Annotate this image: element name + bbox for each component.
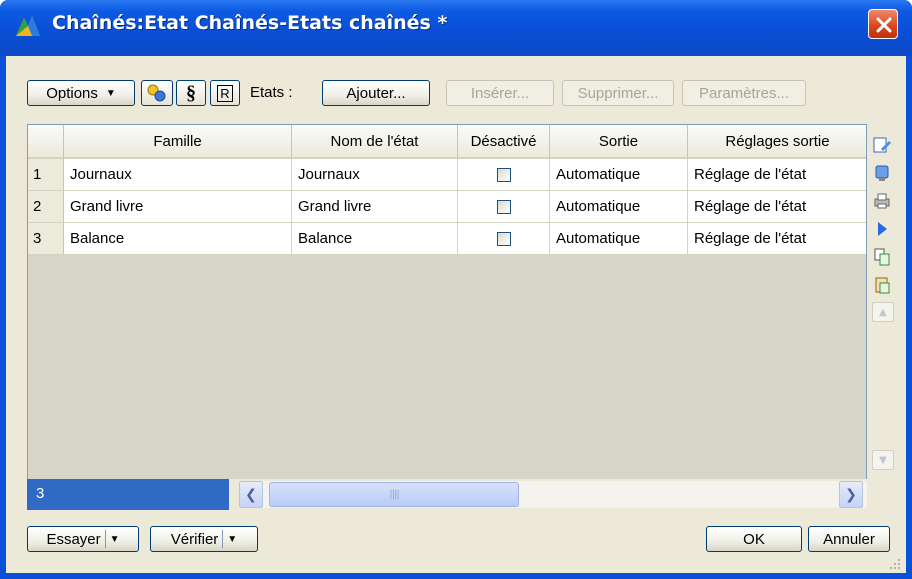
- desactive-checkbox[interactable]: [496, 199, 511, 214]
- cell-nom-etat[interactable]: Grand livre: [292, 191, 458, 223]
- paste-icon[interactable]: [870, 274, 894, 296]
- inserer-label: Insérer...: [470, 84, 530, 102]
- cell-famille[interactable]: Journaux: [64, 159, 292, 191]
- cell-nom-etat[interactable]: Balance: [292, 223, 458, 255]
- supprimer-button[interactable]: Supprimer...: [562, 80, 674, 106]
- cell-desactive[interactable]: [458, 223, 550, 255]
- dropdown-arrow-icon[interactable]: ▼: [227, 534, 237, 545]
- close-button[interactable]: [868, 9, 898, 39]
- horizontal-scrollbar[interactable]: ❮ |||| ❯: [239, 481, 867, 508]
- row-count: 3: [27, 479, 229, 510]
- cell-famille[interactable]: Grand livre: [64, 191, 292, 223]
- split-divider: [222, 530, 224, 548]
- header-desactive[interactable]: Désactivé: [458, 125, 550, 159]
- ajouter-button[interactable]: Ajouter...: [322, 80, 430, 106]
- scroll-down-button[interactable]: ▼: [872, 450, 894, 470]
- inserer-button[interactable]: Insérer...: [446, 80, 554, 106]
- grip-icon: ||||: [389, 489, 400, 500]
- copy-icon[interactable]: [870, 246, 894, 268]
- r-icon: R: [217, 84, 233, 102]
- scroll-left-button[interactable]: ❮: [239, 481, 263, 508]
- ajouter-label: Ajouter...: [346, 84, 406, 102]
- verifier-button[interactable]: Vérifier ▼: [150, 526, 258, 552]
- row-number[interactable]: 3: [28, 223, 64, 255]
- options-label: Options: [46, 84, 98, 102]
- r-button[interactable]: R: [210, 80, 240, 106]
- table-row[interactable]: 2 Grand livre Grand livre Automatique Ré…: [28, 191, 866, 223]
- chevron-up-icon: ▲: [879, 306, 887, 318]
- header-sortie[interactable]: Sortie: [550, 125, 688, 159]
- header-famille[interactable]: Famille: [64, 125, 292, 159]
- cell-reglages-sortie[interactable]: Réglage de l'état: [688, 191, 866, 223]
- parametres-button[interactable]: Paramètres...: [682, 80, 806, 106]
- dropdown-arrow-icon[interactable]: ▼: [110, 534, 120, 545]
- ok-label: OK: [743, 530, 765, 548]
- cell-sortie[interactable]: Automatique: [550, 159, 688, 191]
- essayer-button[interactable]: Essayer ▼: [27, 526, 139, 552]
- row-number[interactable]: 1: [28, 159, 64, 191]
- section-symbol: §: [186, 81, 196, 104]
- table-row[interactable]: 1 Journaux Journaux Automatique Réglage …: [28, 159, 866, 191]
- dialog-client-area: Options ▼ § R Etats : Ajouter... Insérer…: [6, 56, 906, 573]
- cell-reglages-sortie[interactable]: Réglage de l'état: [688, 159, 866, 191]
- supprimer-label: Supprimer...: [577, 84, 659, 102]
- storage-icon[interactable]: [870, 162, 894, 184]
- dialog-window: Chaînés:Etat Chaînés-Etats chaînés * Opt…: [0, 0, 912, 579]
- resize-grip-icon[interactable]: [888, 559, 902, 571]
- printer-icon[interactable]: [870, 190, 894, 212]
- verifier-label: Vérifier: [170, 530, 219, 548]
- chevron-left-icon: ❮: [245, 486, 257, 503]
- close-icon: [876, 17, 892, 33]
- cell-reglages-sortie[interactable]: Réglage de l'état: [688, 223, 866, 255]
- cell-sortie[interactable]: Automatique: [550, 191, 688, 223]
- table-row[interactable]: 3 Balance Balance Automatique Réglage de…: [28, 223, 866, 255]
- edit-icon[interactable]: [870, 134, 894, 156]
- cell-desactive[interactable]: [458, 159, 550, 191]
- cell-famille[interactable]: Balance: [64, 223, 292, 255]
- states-table[interactable]: Famille Nom de l'état Désactivé Sortie R…: [27, 124, 867, 510]
- header-nom-etat[interactable]: Nom de l'état: [292, 125, 458, 159]
- keys-button[interactable]: [141, 80, 173, 106]
- desactive-checkbox[interactable]: [496, 231, 511, 246]
- chevron-right-icon: ❯: [845, 486, 857, 503]
- chevron-down-icon: ▼: [879, 454, 887, 466]
- play-icon[interactable]: [870, 218, 894, 240]
- cell-desactive[interactable]: [458, 191, 550, 223]
- header-reglages-sortie[interactable]: Réglages sortie: [688, 125, 866, 159]
- table-status-bar: 3 ❮ |||| ❯: [27, 479, 867, 510]
- dropdown-arrow-icon: ▼: [105, 87, 116, 99]
- ok-button[interactable]: OK: [706, 526, 802, 552]
- annuler-button[interactable]: Annuler: [808, 526, 890, 552]
- cell-sortie[interactable]: Automatique: [550, 223, 688, 255]
- keys-icon: [147, 84, 166, 102]
- split-divider: [104, 530, 106, 548]
- app-chain-icon: [16, 16, 40, 36]
- options-button[interactable]: Options ▼: [27, 80, 135, 106]
- title-bar[interactable]: Chaînés:Etat Chaînés-Etats chaînés *: [0, 0, 912, 56]
- row-number[interactable]: 2: [28, 191, 64, 223]
- window-title: Chaînés:Etat Chaînés-Etats chaînés *: [52, 12, 448, 34]
- essayer-label: Essayer: [46, 530, 101, 548]
- scroll-right-button[interactable]: ❯: [839, 481, 863, 508]
- corner-header[interactable]: [28, 125, 64, 159]
- parametres-label: Paramètres...: [698, 84, 790, 102]
- cell-nom-etat[interactable]: Journaux: [292, 159, 458, 191]
- annuler-label: Annuler: [823, 530, 875, 548]
- scroll-up-button[interactable]: ▲: [872, 302, 894, 322]
- scroll-thumb[interactable]: ||||: [269, 482, 519, 507]
- section-button[interactable]: §: [176, 80, 206, 106]
- desactive-checkbox[interactable]: [496, 167, 511, 182]
- etats-label: Etats :: [250, 84, 293, 101]
